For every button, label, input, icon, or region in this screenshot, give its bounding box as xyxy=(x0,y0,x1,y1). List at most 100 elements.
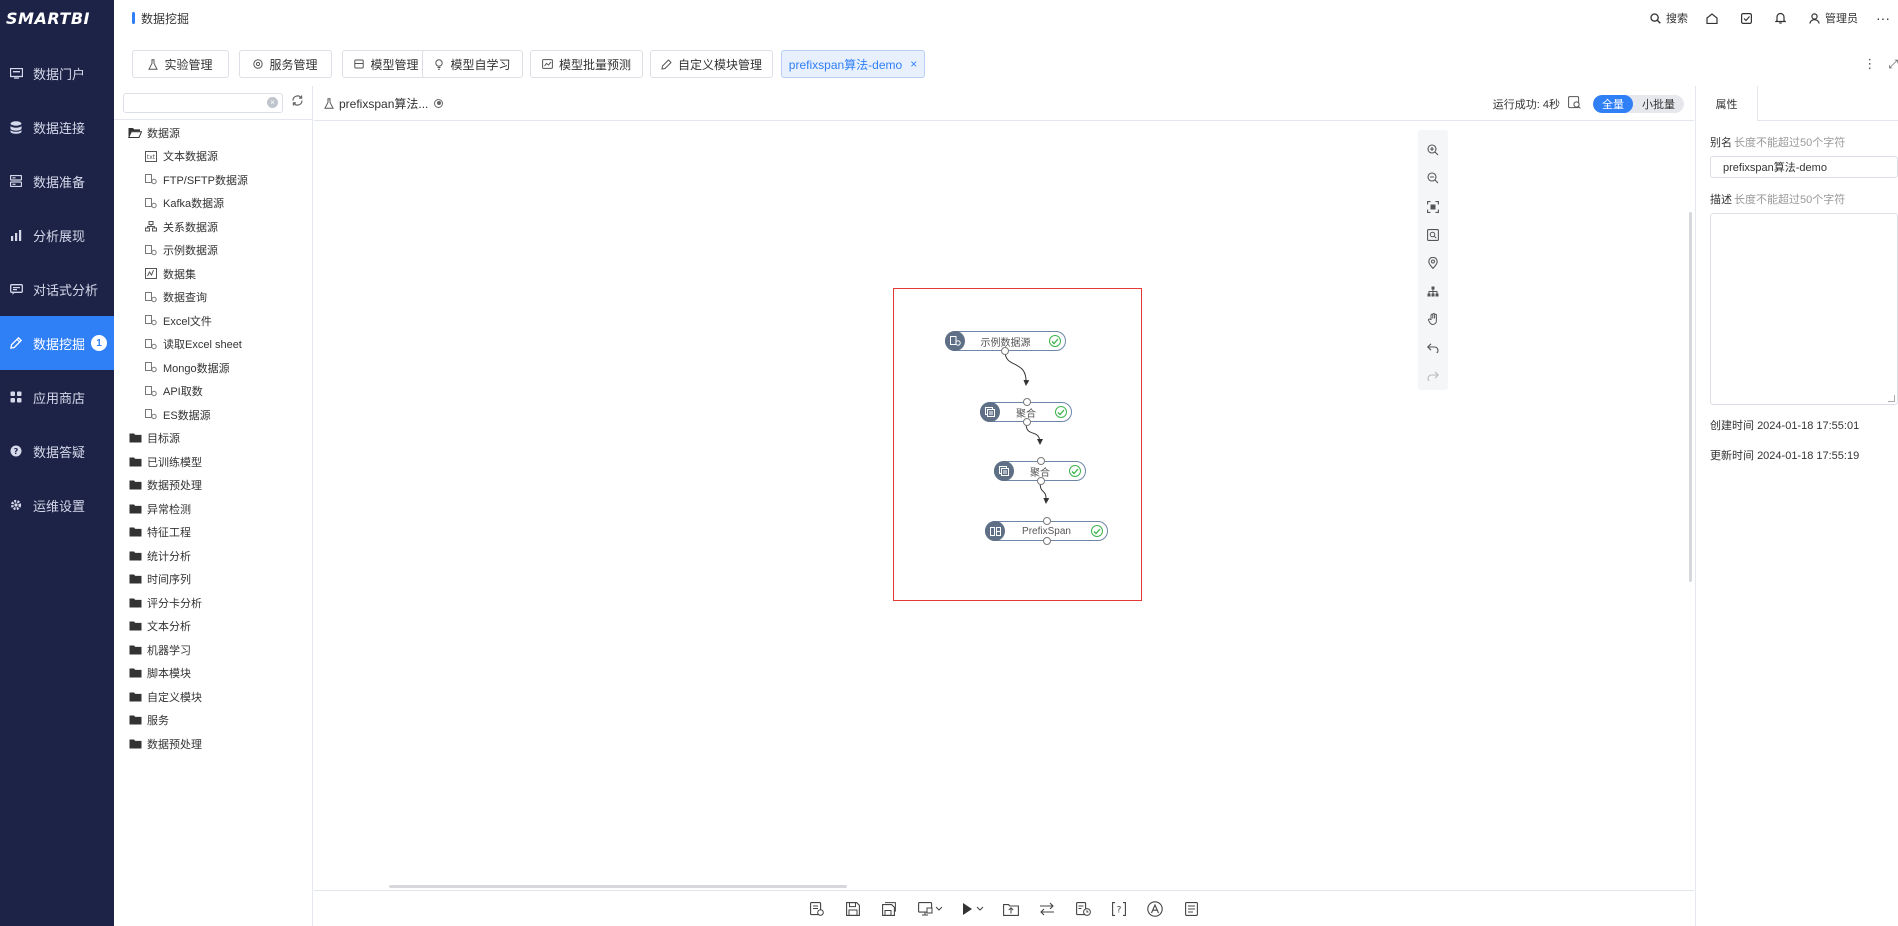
tree-folder[interactable]: 数据预处理 xyxy=(114,474,312,498)
search-button[interactable]: 搜索 xyxy=(1641,10,1697,26)
tree-folder[interactable]: 特征工程 xyxy=(114,521,312,545)
locate-icon[interactable] xyxy=(1422,249,1444,277)
tree-folder[interactable]: 自定义模块 xyxy=(114,685,312,709)
vertical-scrollbar[interactable] xyxy=(1689,212,1692,582)
mode-small-batch[interactable]: 小批量 xyxy=(1633,95,1684,113)
sidebar-item-settings[interactable]: 运维设置 xyxy=(0,478,114,532)
app-logo[interactable]: SMARTBI xyxy=(0,0,114,36)
zoom-in-icon[interactable] xyxy=(1422,136,1444,164)
sidebar-item-connection[interactable]: 数据连接 xyxy=(0,100,114,154)
tab-properties[interactable]: 属性 xyxy=(1696,86,1758,121)
tree-folder[interactable]: 异常检测 xyxy=(114,497,312,521)
tree-item[interactable]: 数据集 xyxy=(114,262,312,286)
tab-experiment[interactable]: 实验管理 xyxy=(132,50,229,78)
experiment-info-icon[interactable] xyxy=(434,98,444,108)
fit-screen-icon[interactable] xyxy=(1422,192,1444,220)
help-icon[interactable]: ? xyxy=(1101,895,1137,923)
flow-node-datasource[interactable]: 示例数据源 xyxy=(945,331,1066,355)
tree-item[interactable]: 数据查询 xyxy=(114,286,312,310)
fullscreen-icon[interactable]: ⤢ xyxy=(1888,57,1898,72)
tree-folder[interactable]: 目标源 xyxy=(114,427,312,451)
sidebar-item-chat[interactable]: 对话式分析 xyxy=(0,262,114,316)
tree-item[interactable]: Excel文件 xyxy=(114,309,312,333)
tree-item[interactable]: 示例数据源 xyxy=(114,239,312,263)
sidebar-item-mining[interactable]: 数据挖掘 1 xyxy=(0,316,114,370)
tree-folder[interactable]: 脚本模块 xyxy=(114,662,312,686)
tab-service[interactable]: 服务管理 xyxy=(239,50,332,78)
more-button[interactable]: ··· xyxy=(1867,10,1892,26)
tree-folder[interactable]: 文本分析 xyxy=(114,615,312,639)
screen-mode-dropdown[interactable] xyxy=(907,895,953,923)
tree-item[interactable]: 读取Excel sheet xyxy=(114,333,312,357)
publish-icon[interactable] xyxy=(993,895,1029,923)
experiment-name[interactable]: prefixspan算法... xyxy=(324,95,444,112)
tree-folder[interactable]: 评分卡分析 xyxy=(114,591,312,615)
clear-search-icon[interactable]: × xyxy=(267,96,278,108)
tree-search-input[interactable] xyxy=(124,94,264,113)
switch-icon[interactable] xyxy=(1029,895,1065,923)
tree-item[interactable]: FTP/SFTP数据源 xyxy=(114,168,312,192)
save-icon[interactable] xyxy=(835,895,871,923)
description-textarea[interactable] xyxy=(1710,213,1898,405)
sidebar-item-prepare[interactable]: 数据准备 xyxy=(0,154,114,208)
tree-folder-datasource[interactable]: 数据源 xyxy=(114,121,312,145)
annotation-icon[interactable] xyxy=(1137,895,1173,923)
actual-size-icon[interactable] xyxy=(1422,221,1444,249)
run-mode-switch[interactable]: 全量 小批量 xyxy=(1593,94,1684,113)
user-menu[interactable]: 管理员 xyxy=(1800,10,1867,26)
output-port[interactable] xyxy=(1001,347,1009,355)
tree-folder[interactable]: 服务 xyxy=(114,709,312,733)
tasks-button[interactable] xyxy=(1732,12,1766,24)
mode-full[interactable]: 全量 xyxy=(1593,94,1633,113)
auto-layout-icon[interactable] xyxy=(1422,277,1444,305)
refresh-icon[interactable] xyxy=(291,94,304,112)
run-dropdown[interactable] xyxy=(953,895,993,923)
tree-item[interactable]: API取数 xyxy=(114,380,312,404)
tab-more-icon[interactable]: ⋮ xyxy=(1863,56,1876,72)
redo-icon[interactable] xyxy=(1422,362,1444,390)
tree-item[interactable]: 关系数据源 xyxy=(114,215,312,239)
tree-folder[interactable]: 统计分析 xyxy=(114,544,312,568)
tree-folder[interactable]: 时间序列 xyxy=(114,568,312,592)
undo-icon[interactable] xyxy=(1422,334,1444,362)
save-as-icon[interactable] xyxy=(871,895,907,923)
flow-node-prefixspan[interactable]: PrefixSpan xyxy=(985,517,1108,545)
log-icon[interactable] xyxy=(1173,895,1209,923)
zoom-out-icon[interactable] xyxy=(1422,164,1444,192)
tab-custom-module[interactable]: 自定义模块管理 xyxy=(650,50,773,78)
tree-folder[interactable]: 机器学习 xyxy=(114,638,312,662)
sidebar-item-store[interactable]: 应用商店 xyxy=(0,370,114,424)
flow-canvas[interactable]: 示例数据源 聚合 聚合 PrefixSpan xyxy=(314,122,1694,890)
tree-item[interactable]: Mongo数据源 xyxy=(114,356,312,380)
input-port[interactable] xyxy=(1037,457,1045,465)
tree-item[interactable]: ES数据源 xyxy=(114,403,312,427)
output-port[interactable] xyxy=(1023,418,1031,426)
tree-folder[interactable]: 数据预处理 xyxy=(114,732,312,756)
tab-close-icon[interactable]: × xyxy=(910,57,917,71)
output-port[interactable] xyxy=(1037,477,1045,485)
hand-pan-icon[interactable] xyxy=(1422,305,1444,333)
schedule-icon[interactable] xyxy=(1065,895,1101,923)
sidebar-item-analysis[interactable]: 分析展现 xyxy=(0,208,114,262)
sidebar-item-qa[interactable]: ? 数据答疑 xyxy=(0,424,114,478)
horizontal-scrollbar[interactable] xyxy=(389,885,847,888)
tree-search-box[interactable]: × xyxy=(123,92,283,113)
tab-prefixspan-demo[interactable]: prefixspan算法-demo × xyxy=(781,50,925,78)
tree-item[interactable]: Kafka数据源 xyxy=(114,192,312,216)
home-button[interactable] xyxy=(1697,12,1732,24)
flow-node-aggregate-2[interactable]: 聚合 xyxy=(994,457,1086,485)
experiment-info-icon[interactable] xyxy=(799,895,835,923)
tab-batch-predict[interactable]: 模型批量预测 xyxy=(530,50,643,78)
tab-self-learning[interactable]: 模型自学习 xyxy=(422,50,523,78)
input-port[interactable] xyxy=(1023,398,1031,406)
notification-button[interactable] xyxy=(1766,12,1800,24)
input-port[interactable] xyxy=(1043,517,1051,525)
tree-item[interactable]: txt 文本数据源 xyxy=(114,145,312,169)
flow-node-aggregate-1[interactable]: 聚合 xyxy=(980,398,1072,426)
tree-folder[interactable]: 已训练模型 xyxy=(114,450,312,474)
alias-input[interactable]: prefixspan算法-demo xyxy=(1710,156,1898,178)
sidebar-item-portal[interactable]: 数据门户 xyxy=(0,46,114,100)
output-port[interactable] xyxy=(1043,537,1051,545)
run-log-icon[interactable] xyxy=(1568,95,1581,112)
tab-model[interactable]: 模型管理 xyxy=(342,50,431,78)
